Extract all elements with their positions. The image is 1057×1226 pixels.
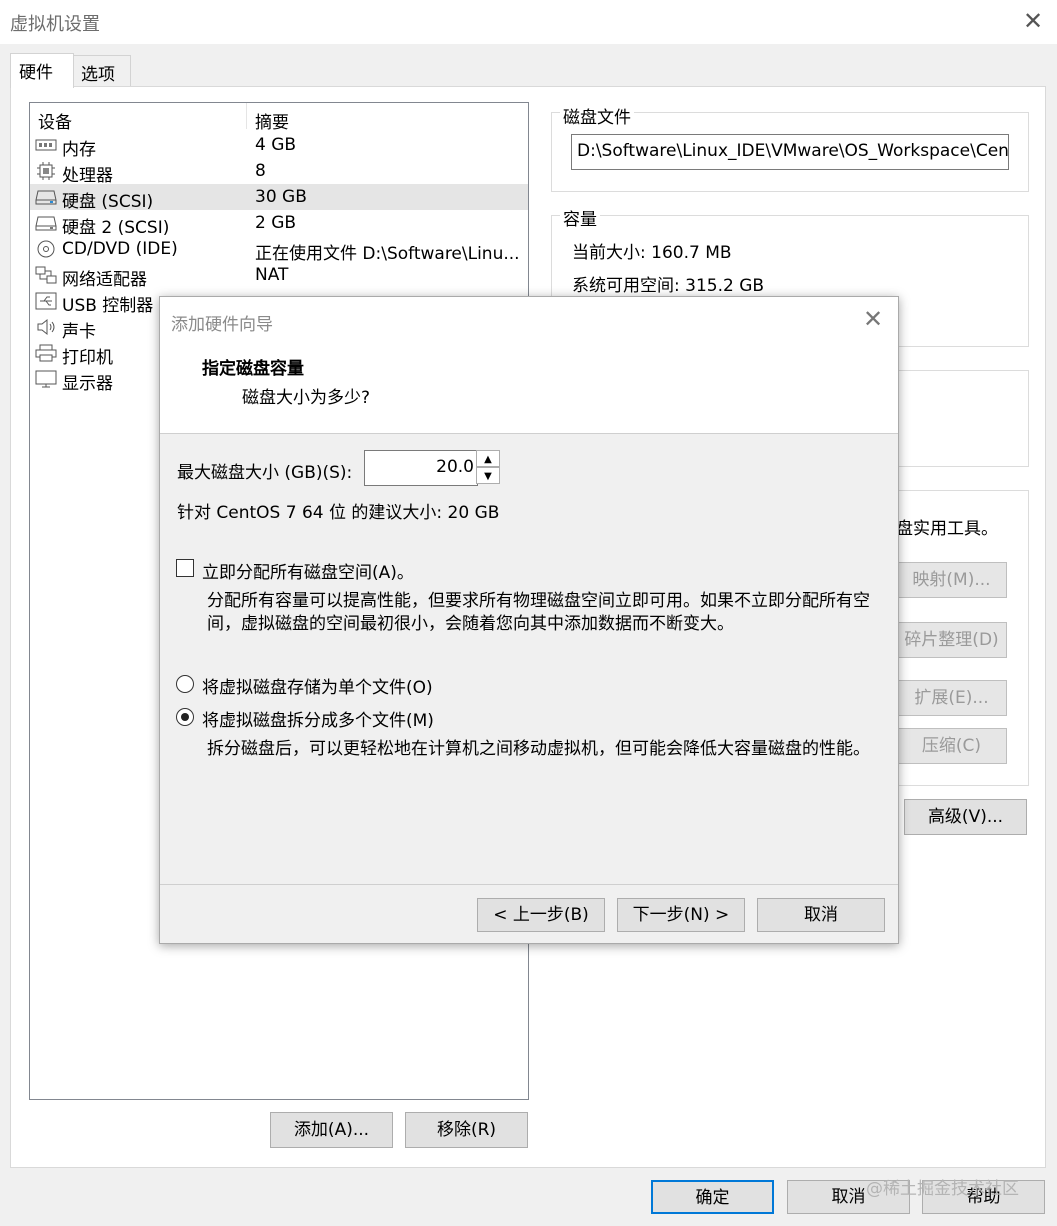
disk-file-path-value: D:\Software\Linux_IDE\VMware\OS_Workspac… [577, 141, 1009, 161]
device-row-memory[interactable]: 内存 4 GB [30, 132, 528, 160]
add-hardware-wizard-dialog: 添加硬件向导 ✕ 指定磁盘容量 磁盘大小为多少? 最大磁盘大小 (GB)(S):… [159, 296, 899, 944]
network-adapter-icon [35, 266, 57, 284]
device-name: USB 控制器 [62, 296, 154, 316]
column-header-device[interactable]: 设备 [38, 108, 72, 133]
device-row-hard-disk-2[interactable]: 硬盘 2 (SCSI) 2 GB [30, 210, 528, 238]
allocate-all-description: 分配所有容量可以提高性能，但要求所有物理磁盘空间立即可用。如果不立即分配所有空间… [207, 591, 870, 634]
spin-up-button[interactable]: ▲ [476, 450, 500, 467]
title-bar [0, 0, 1057, 44]
device-name: CD/DVD (IDE) [62, 239, 178, 259]
tab-options-label: 选项 [81, 65, 115, 85]
recommended-size-text: 针对 CentOS 7 64 位 的建议大小: 20 GB [177, 503, 500, 523]
device-row-hard-disk[interactable]: 硬盘 (SCSI) 30 GB [30, 184, 528, 212]
wizard-title: 添加硬件向导 [171, 315, 273, 335]
single-file-label[interactable]: 将虚拟磁盘存储为单个文件(O) [202, 673, 433, 698]
tab-hardware-label: 硬件 [19, 63, 53, 83]
single-file-radio[interactable] [176, 675, 194, 693]
remove-hardware-button[interactable]: 移除(R) [405, 1112, 528, 1148]
device-name: 打印机 [62, 348, 113, 368]
map-button[interactable]: 映射(M)... [896, 562, 1007, 598]
column-header-summary[interactable]: 摘要 [255, 108, 289, 133]
expand-button[interactable]: 扩展(E)... [896, 680, 1007, 716]
allocate-all-label[interactable]: 立即分配所有磁盘空间(A)。 [202, 558, 414, 583]
printer-icon [35, 344, 57, 362]
memory-icon [35, 136, 57, 154]
device-summary: 30 GB [255, 187, 307, 207]
max-disk-size-value: 20.0 [436, 457, 474, 477]
close-icon[interactable]: ✕ [1020, 8, 1046, 34]
advanced-button[interactable]: 高级(V)... [904, 799, 1027, 835]
compact-button[interactable]: 压缩(C) [896, 728, 1007, 764]
radio-selected-dot [181, 713, 189, 721]
device-row-processor[interactable]: 处理器 8 [30, 158, 528, 186]
current-size-text: 当前大小: 160.7 MB [572, 243, 732, 263]
ok-button[interactable]: 确定 [651, 1180, 774, 1214]
wizard-cancel-button[interactable]: 取消 [757, 898, 885, 932]
disk-file-group-title: 磁盘文件 [560, 103, 634, 128]
add-hardware-button[interactable]: 添加(A)... [270, 1112, 393, 1148]
wizard-close-icon[interactable]: ✕ [860, 306, 886, 332]
device-name: 处理器 [62, 166, 113, 186]
hard-disk-icon [35, 214, 57, 232]
device-name: 硬盘 2 (SCSI) [62, 218, 170, 238]
wizard-heading: 指定磁盘容量 [202, 359, 304, 379]
tab-hardware[interactable]: 硬件 [10, 53, 74, 88]
window-title: 虚拟机设置 [10, 14, 100, 35]
device-summary: 2 GB [255, 213, 297, 233]
disk-file-path-field[interactable]: D:\Software\Linux_IDE\VMware\OS_Workspac… [571, 134, 1009, 170]
max-disk-size-input[interactable]: 20.0 [364, 450, 478, 486]
device-summary: 4 GB [255, 135, 297, 155]
device-name: 声卡 [62, 322, 96, 342]
device-name: 显示器 [62, 374, 113, 394]
split-files-label[interactable]: 将虚拟磁盘拆分成多个文件(M) [202, 706, 434, 731]
allocate-all-checkbox[interactable] [176, 559, 194, 577]
free-space-text: 系统可用空间: 315.2 GB [572, 276, 765, 296]
device-name: 网络适配器 [62, 270, 147, 290]
device-row-network-adapter[interactable]: 网络适配器 NAT [30, 262, 528, 290]
wizard-footer-divider [160, 884, 898, 885]
device-summary: NAT [255, 265, 289, 285]
next-button[interactable]: 下一步(N) > [617, 898, 745, 932]
tab-options[interactable]: 选项 [72, 55, 131, 86]
defragment-button[interactable]: 碎片整理(D) [896, 622, 1007, 658]
max-disk-size-label: 最大磁盘大小 (GB)(S): [177, 463, 353, 483]
device-name: 硬盘 (SCSI) [62, 192, 154, 212]
wizard-subheading: 磁盘大小为多少? [242, 388, 371, 408]
watermark: @稀土掘金技术社区 [866, 1179, 1019, 1199]
device-summary: 8 [255, 161, 266, 181]
spin-down-button[interactable]: ▼ [476, 467, 500, 484]
processor-icon [35, 162, 57, 180]
device-name: 内存 [62, 140, 96, 160]
split-files-radio[interactable] [176, 708, 194, 726]
capacity-group-title: 容量 [560, 205, 600, 230]
column-separator[interactable] [246, 103, 247, 129]
device-row-cd-dvd[interactable]: CD/DVD (IDE) 正在使用文件 D:\Software\Linu... [30, 236, 528, 264]
disk-utility-text: 盘实用工具。 [896, 519, 998, 539]
hard-disk-icon [35, 188, 57, 206]
device-summary: 正在使用文件 D:\Software\Linu... [255, 244, 520, 264]
split-files-description: 拆分磁盘后，可以更轻松地在计算机之间移动虚拟机，但可能会降低大容量磁盘的性能。 [207, 739, 870, 759]
display-icon [35, 370, 57, 388]
sound-card-icon [35, 318, 57, 336]
device-list-header: 设备 摘要 [30, 103, 528, 133]
back-button[interactable]: < 上一步(B) [477, 898, 605, 932]
usb-icon [35, 292, 57, 310]
cd-dvd-icon [35, 240, 57, 258]
